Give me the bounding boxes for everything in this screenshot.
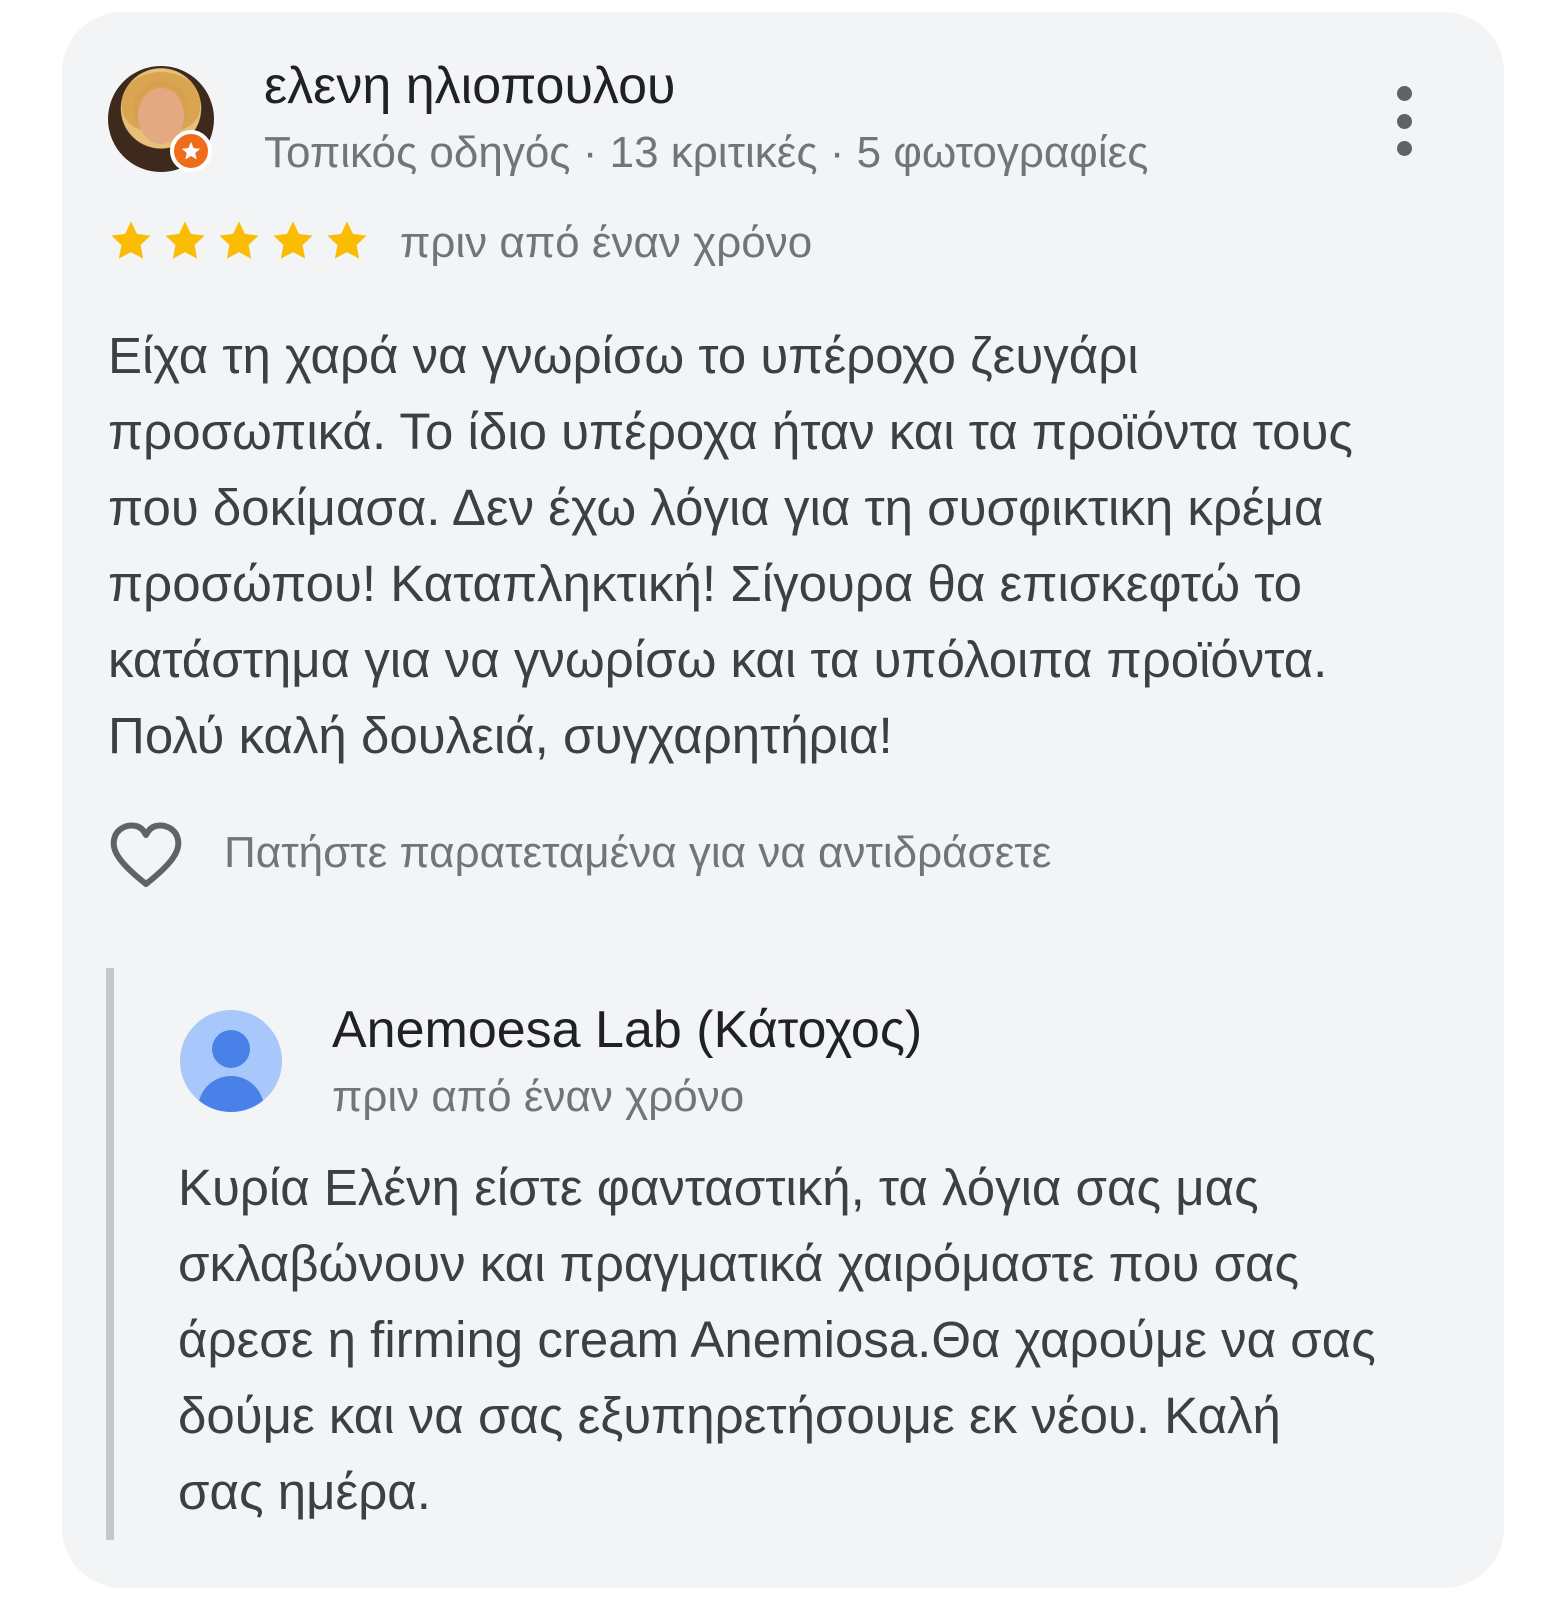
star-icon: [162, 218, 208, 264]
menu-dot: [1396, 113, 1412, 129]
review-text-line: κατάστημα για να γνωρίσω και τα υπόλοιπα…: [108, 631, 1328, 688]
local-guide-star-icon: [170, 130, 212, 172]
more-vert-icon[interactable]: [1384, 86, 1424, 156]
reply-text-line: Κυρία Ελένη είστε φανταστική, τα λόγια σ…: [178, 1159, 1259, 1216]
reply-text-line: σας ημέρα.: [178, 1463, 431, 1520]
star-icon: [108, 218, 154, 264]
review-text-line: Είχα τη χαρά να γνωρίσω το υπέροχο ζευγά…: [108, 327, 1139, 384]
star-rating: [108, 218, 370, 264]
review-text-line: προσωπικά. Το ίδιο υπέροχα ήταν και τα π…: [108, 403, 1353, 460]
review-text-line: που δοκίμασα. Δεν έχω λόγια για τη συσφι…: [108, 479, 1324, 536]
menu-dot: [1396, 86, 1412, 101]
reviewer-meta: Τοπικός οδηγός · 13 κριτικές · 5 φωτογρα…: [264, 128, 1149, 177]
star-icon: [270, 218, 316, 264]
star-icon: [324, 218, 370, 264]
reply-text-line: σκλαβώνουν και πραγματικά χαιρόμαστε που…: [178, 1235, 1300, 1292]
reply-date: πριν από έναν χρόνο: [332, 1072, 745, 1121]
reply-text: Κυρία Ελένη είστε φανταστική, τα λόγια σ…: [178, 1150, 1458, 1530]
person-icon: [180, 1010, 282, 1112]
review-text-line: Πολύ καλή δουλειά, συγχαρητήρια!: [108, 707, 893, 764]
review-text: Είχα τη χαρά να γνωρίσω το υπέροχο ζευγά…: [108, 318, 1448, 774]
menu-dot: [1396, 141, 1412, 156]
review-text-line: προσώπου! Καταπληκτική! Σίγουρα θα επισκ…: [108, 555, 1303, 612]
reply-text-line: άρεσε η firming cream Anemiosa.Θα χαρούμ…: [178, 1311, 1376, 1368]
reply-divider: [106, 968, 114, 1540]
reply-text-line: δούμε και να σας εξυπηρετήσουμε εκ νέου.…: [178, 1387, 1281, 1444]
person-body: [198, 1076, 264, 1112]
reviewer-name[interactable]: ελενη ηλιοπουλου: [264, 56, 675, 116]
owner-name: Anemoesa Lab (Κάτοχος): [332, 1001, 923, 1059]
star-icon: [216, 218, 262, 264]
heart-outline-icon[interactable]: [108, 820, 184, 890]
review-date: πριν από έναν χρόνο: [400, 218, 813, 267]
person-head: [212, 1030, 250, 1068]
react-hint: Πατήστε παρατεταμένα για να αντιδράσετε: [224, 828, 1052, 877]
